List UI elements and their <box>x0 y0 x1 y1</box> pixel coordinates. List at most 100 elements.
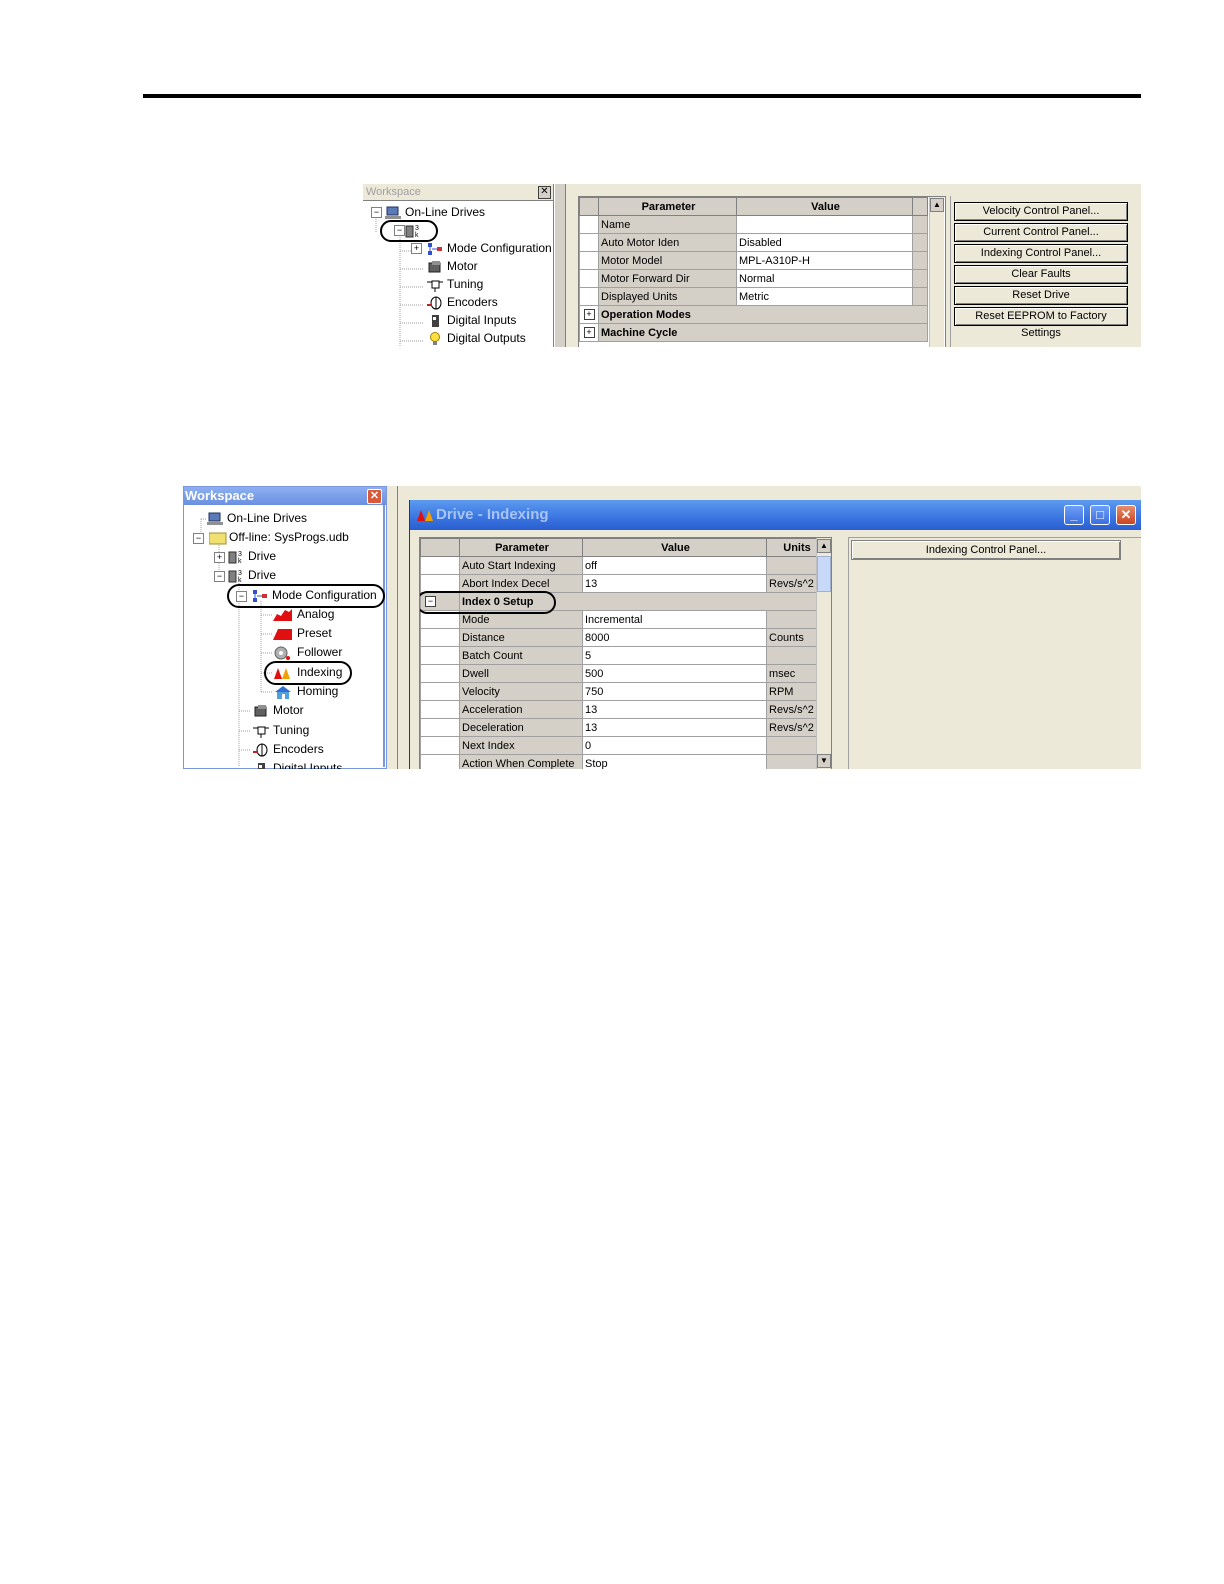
collapse-toggle[interactable]: − <box>371 207 382 218</box>
table-row[interactable]: Motor Forward Dir Normal <box>579 269 928 288</box>
tree-item-encoders[interactable]: Encoders <box>253 740 324 758</box>
expand-toggle[interactable]: + <box>214 552 225 563</box>
group-row-machine-cycle[interactable]: + Machine Cycle <box>579 323 928 342</box>
table-row[interactable]: Dwell 500 msec <box>420 664 826 683</box>
tree-item-motor[interactable]: Motor <box>427 257 478 275</box>
highlight-oval <box>380 220 438 242</box>
scroll-up-icon[interactable]: ▲ <box>817 539 831 553</box>
window-title: Drive - Indexing <box>436 506 549 523</box>
drive-icon: 3k <box>228 550 244 565</box>
scroll-down-icon[interactable]: ▼ <box>817 754 831 768</box>
table-row[interactable]: Action When Complete Stop <box>420 754 826 769</box>
column-header-value[interactable]: Value <box>582 538 767 557</box>
table-row[interactable]: Deceleration 13 Revs/s^2 <box>420 718 826 737</box>
close-icon[interactable]: ✕ <box>367 489 382 504</box>
tree-item-drive[interactable]: 3 k Drive <box>228 547 276 565</box>
close-icon[interactable]: ✕ <box>538 186 551 199</box>
tuning-icon <box>427 278 443 292</box>
group-row-operation-modes[interactable]: + Operation Modes <box>579 305 928 324</box>
param-value[interactable]: 8000 <box>582 628 767 647</box>
tree-item-encoders[interactable]: Encoders <box>427 293 498 311</box>
param-name: Auto Motor Iden <box>598 233 737 252</box>
tree-item-digital-outputs[interactable]: Digital Outputs <box>427 329 526 347</box>
preset-icon <box>273 627 293 641</box>
workspace-title-bar: Workspace ✕ <box>363 184 553 201</box>
indexing-control-panel-button[interactable]: Indexing Control Panel... <box>954 244 1128 263</box>
minimize-icon[interactable]: _ <box>1064 505 1084 525</box>
collapse-toggle[interactable]: − <box>214 571 225 582</box>
vertical-scrollbar[interactable]: ▲ ▼ <box>816 538 831 769</box>
table-row[interactable]: Abort Index Decel 13 Revs/s^2 <box>420 574 826 593</box>
expand-icon[interactable]: + <box>583 309 595 321</box>
reset-eeprom-button[interactable]: Reset EEPROM to Factory Settings <box>954 307 1128 339</box>
tree-item-digital-inputs[interactable]: Digital Inputs <box>427 311 516 329</box>
param-value[interactable]: 13 <box>582 718 767 737</box>
vertical-scrollbar[interactable]: ▲ <box>929 197 944 347</box>
column-header-value[interactable]: Value <box>736 197 913 216</box>
motor-icon <box>427 260 443 274</box>
digital-inputs-icon <box>253 762 269 769</box>
table-row[interactable]: Batch Count 5 <box>420 646 826 665</box>
window-title-bar[interactable]: Drive - Indexing _ □ ✕ <box>410 500 1141 530</box>
table-row[interactable]: Auto Start Indexing off <box>420 556 826 575</box>
param-value[interactable]: MPL-A310P-H <box>736 251 913 270</box>
tree-item-tuning[interactable]: Tuning <box>427 275 483 293</box>
param-value[interactable]: 13 <box>582 574 767 593</box>
param-value[interactable]: 13 <box>582 700 767 719</box>
param-name: Action When Complete <box>459 754 583 769</box>
highlight-oval <box>227 584 385 608</box>
group-label: Machine Cycle <box>598 323 928 342</box>
param-value[interactable]: Incremental <box>582 610 767 629</box>
clear-faults-button[interactable]: Clear Faults <box>954 265 1128 284</box>
param-value[interactable]: Stop <box>582 754 767 769</box>
close-icon[interactable]: ✕ <box>1116 505 1136 525</box>
table-row[interactable]: Auto Motor Iden Disabled <box>579 233 928 252</box>
table-row[interactable]: Name <box>579 215 928 234</box>
splitter[interactable] <box>389 486 398 769</box>
tree-item-preset[interactable]: Preset <box>273 624 332 642</box>
header-rule <box>143 94 1141 98</box>
column-header-parameter[interactable]: Parameter <box>459 538 583 557</box>
collapse-toggle[interactable]: − <box>193 533 204 544</box>
param-name: Next Index <box>459 736 583 755</box>
reset-drive-button[interactable]: Reset Drive <box>954 286 1128 305</box>
indexing-control-panel-button[interactable]: Indexing Control Panel... <box>851 540 1121 560</box>
column-header-parameter[interactable]: Parameter <box>598 197 737 216</box>
scroll-thumb[interactable] <box>817 556 831 592</box>
param-value[interactable]: Disabled <box>736 233 913 252</box>
table-row[interactable]: Next Index 0 <box>420 736 826 755</box>
scroll-up-icon[interactable]: ▲ <box>930 198 944 212</box>
param-value[interactable]: off <box>582 556 767 575</box>
expand-icon[interactable]: + <box>583 327 595 339</box>
param-value[interactable]: 500 <box>582 664 767 683</box>
table-row[interactable]: Velocity 750 RPM <box>420 682 826 701</box>
drive-indexing-window: Drive - Indexing _ □ ✕ Parameter Value U… <box>409 500 1141 769</box>
maximize-icon[interactable]: □ <box>1090 505 1110 525</box>
current-control-panel-button[interactable]: Current Control Panel... <box>954 223 1128 242</box>
param-value[interactable]: 0 <box>582 736 767 755</box>
velocity-control-panel-button[interactable]: Velocity Control Panel... <box>954 202 1128 221</box>
param-value[interactable]: Metric <box>736 287 913 306</box>
tree-item-digital-inputs[interactable]: Digital Inputs <box>253 759 342 769</box>
tree-item-offline-database[interactable]: Off-line: SysProgs.udb <box>208 528 349 546</box>
table-row[interactable]: Acceleration 13 Revs/s^2 <box>420 700 826 719</box>
tree-item-follower[interactable]: Follower <box>273 643 342 661</box>
tree-item-drive[interactable]: 3 k Drive <box>228 566 276 584</box>
tree-item-tuning[interactable]: Tuning <box>253 721 309 739</box>
tree-item-motor[interactable]: Motor <box>253 701 304 719</box>
table-row[interactable]: Distance 8000 Counts <box>420 628 826 647</box>
tree-item-mode-configuration[interactable]: Mode Configuration <box>427 239 552 257</box>
table-row[interactable]: Displayed Units Metric <box>579 287 928 306</box>
table-row[interactable]: Motor Model MPL-A310P-H <box>579 251 928 270</box>
tree-item-online-drives[interactable]: On-Line Drives <box>385 203 485 221</box>
param-value[interactable] <box>736 215 913 234</box>
tree-item-online-drives[interactable]: On-Line Drives <box>207 509 307 527</box>
tuning-icon <box>253 724 269 738</box>
param-value[interactable]: 5 <box>582 646 767 665</box>
splitter[interactable] <box>554 184 566 347</box>
digital-inputs-icon <box>427 314 443 328</box>
param-name: Distance <box>459 628 583 647</box>
expand-toggle[interactable]: + <box>411 243 422 254</box>
param-value[interactable]: 750 <box>582 682 767 701</box>
param-value[interactable]: Normal <box>736 269 913 288</box>
